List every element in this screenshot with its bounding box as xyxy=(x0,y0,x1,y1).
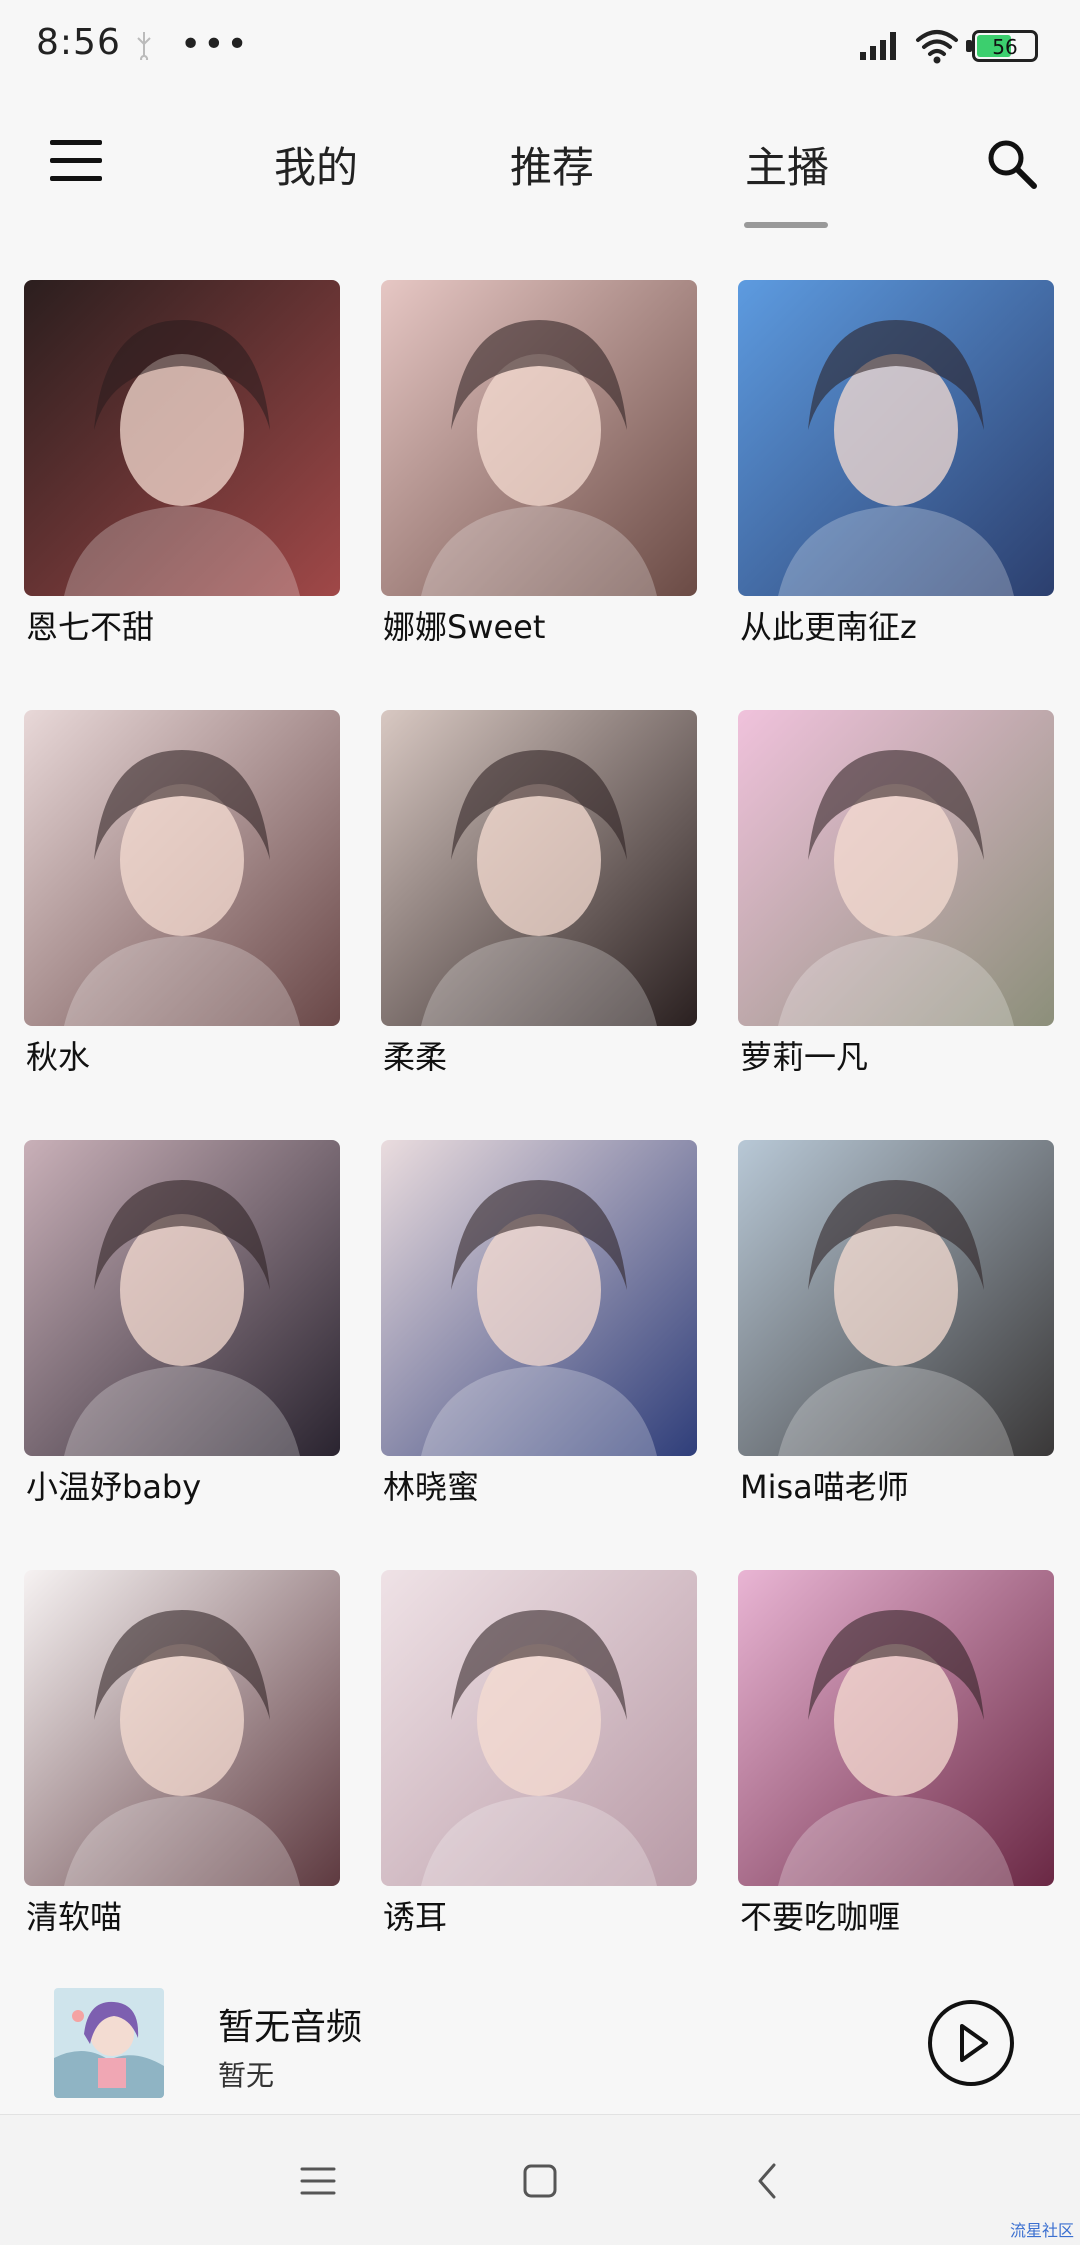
anchor-avatar[interactable] xyxy=(24,1570,340,1886)
top-nav: 我的 推荐 主播 xyxy=(0,110,1080,230)
recent-apps-icon[interactable] xyxy=(298,2161,338,2201)
anchor-name: 小温妤baby xyxy=(26,1468,202,1506)
anchor-card[interactable]: 秋水 xyxy=(24,710,340,1090)
anchor-avatar[interactable] xyxy=(24,1140,340,1456)
anchor-avatar[interactable] xyxy=(381,1570,697,1886)
back-icon[interactable] xyxy=(748,2161,788,2201)
anchor-card[interactable]: 清软喵 xyxy=(24,1570,340,1950)
status-bar: 8:56 ••• 56 xyxy=(0,0,1080,96)
anchor-avatar[interactable] xyxy=(381,280,697,596)
battery-text: 56 xyxy=(992,35,1018,59)
player-title: 暂无音频 xyxy=(218,2007,363,2048)
mini-player[interactable]: 暂无音频 暂无 xyxy=(0,1970,1080,2110)
anchor-avatar[interactable] xyxy=(381,710,697,1026)
tab-recommend[interactable]: 推荐 xyxy=(510,134,594,195)
player-subtitle: 暂无 xyxy=(218,2059,275,2092)
menu-icon[interactable] xyxy=(50,140,106,184)
anchor-name: 柔柔 xyxy=(383,1038,448,1076)
anchor-avatar[interactable] xyxy=(738,1140,1054,1456)
anchor-card[interactable]: 从此更南征z xyxy=(738,280,1054,660)
anchor-name: Misa喵老师 xyxy=(740,1468,909,1506)
anchor-name: 萝莉一凡 xyxy=(740,1038,869,1076)
anchor-avatar[interactable] xyxy=(381,1140,697,1456)
anchor-avatar[interactable] xyxy=(738,710,1054,1026)
search-icon[interactable] xyxy=(984,136,1040,192)
anchor-name: 诱耳 xyxy=(383,1898,448,1936)
anchor-avatar[interactable] xyxy=(24,280,340,596)
anchor-card[interactable]: 萝莉一凡 xyxy=(738,710,1054,1090)
anchor-card[interactable]: 诱耳 xyxy=(381,1570,697,1950)
anchor-card[interactable]: 娜娜Sweet xyxy=(381,280,697,660)
tab-mine[interactable]: 我的 xyxy=(274,134,358,195)
anchor-name: 从此更南征z xyxy=(740,608,917,646)
anchor-card[interactable]: Misa喵老师 xyxy=(738,1140,1054,1520)
system-nav-bar: 流星社区 xyxy=(0,2114,1080,2245)
anchor-name: 不要吃咖喱 xyxy=(740,1898,901,1936)
tab-active-indicator xyxy=(744,222,828,228)
anchor-name: 林晓蜜 xyxy=(383,1468,480,1506)
play-button[interactable] xyxy=(928,2000,1014,2086)
anchor-card[interactable]: 柔柔 xyxy=(381,710,697,1090)
more-notifications-icon: ••• xyxy=(180,24,250,65)
usb-icon xyxy=(137,32,151,60)
anchor-avatar[interactable] xyxy=(738,280,1054,596)
status-time: 8:56 xyxy=(36,22,121,63)
anchor-avatar[interactable] xyxy=(738,1570,1054,1886)
watermark: 流星社区 xyxy=(1009,2221,1074,2240)
anchor-name: 清软喵 xyxy=(26,1898,123,1936)
home-icon[interactable] xyxy=(520,2161,560,2201)
tab-anchor[interactable]: 主播 xyxy=(745,134,829,195)
anchor-card[interactable]: 不要吃咖喱 xyxy=(738,1570,1054,1950)
anchor-card[interactable]: 小温妤baby xyxy=(24,1140,340,1520)
play-icon xyxy=(960,2024,988,2062)
wifi-icon xyxy=(916,30,958,64)
anchor-name: 娜娜Sweet xyxy=(383,608,546,646)
anchor-avatar[interactable] xyxy=(24,710,340,1026)
anchor-card[interactable]: 恩七不甜 xyxy=(24,280,340,660)
anchor-name: 秋水 xyxy=(26,1038,91,1076)
anchor-name: 恩七不甜 xyxy=(26,608,155,646)
player-cover-image[interactable] xyxy=(54,1988,164,2098)
battery-icon: 56 xyxy=(972,30,1038,62)
signal-icon xyxy=(860,32,896,60)
anchor-card[interactable]: 林晓蜜 xyxy=(381,1140,697,1520)
